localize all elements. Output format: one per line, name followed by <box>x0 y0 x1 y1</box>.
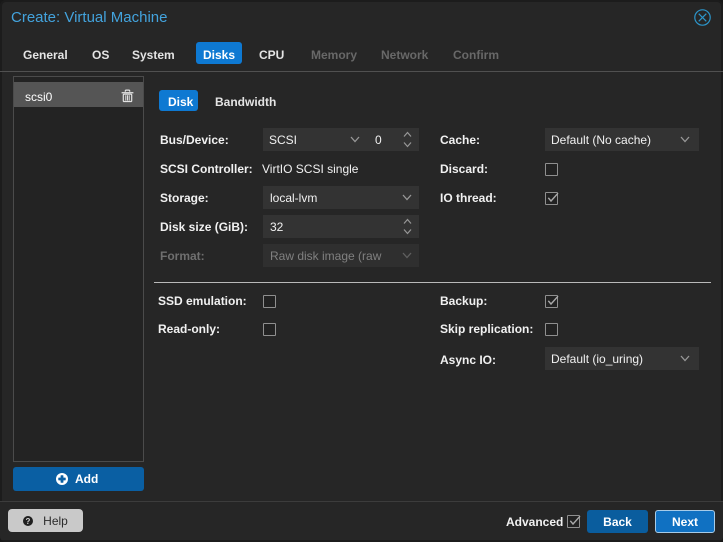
svg-text:?: ? <box>26 516 31 525</box>
